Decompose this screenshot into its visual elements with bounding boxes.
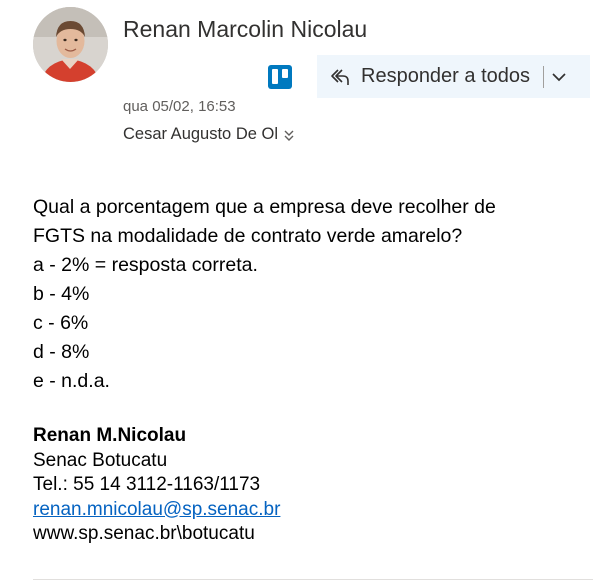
body-line: e - n.d.a. xyxy=(33,370,110,392)
message-date: qua 05/02, 16:53 xyxy=(123,98,236,115)
chevron-down-icon xyxy=(552,72,566,81)
message-body: Qual a porcentagem que a empresa deve re… xyxy=(33,193,593,396)
signature-email-link[interactable]: renan.mnicolau@sp.senac.br xyxy=(33,499,280,520)
recipient-line[interactable]: Cesar Augusto De Ol xyxy=(123,125,295,144)
double-chevron-down-icon[interactable] xyxy=(283,128,295,142)
body-line: a - 2% = resposta correta. xyxy=(33,254,258,276)
person-photo xyxy=(33,7,108,82)
sender-name[interactable]: Renan Marcolin Nicolau xyxy=(123,16,367,43)
reply-all-label: Responder a todos xyxy=(361,65,531,87)
signature-org: Senac Botucatu xyxy=(33,449,168,471)
trello-column-left xyxy=(272,69,278,84)
trello-column-right xyxy=(282,69,288,78)
body-line: d - 8% xyxy=(33,341,90,363)
body-line: Qual a porcentagem que a empresa deve re… xyxy=(33,196,496,218)
reply-divider xyxy=(543,65,545,88)
body-line: FGTS na modalidade de contrato verde ama… xyxy=(33,225,463,247)
reply-all-button[interactable]: Responder a todos xyxy=(317,55,590,98)
reply-more-button[interactable] xyxy=(551,69,567,85)
sender-avatar[interactable] xyxy=(33,7,108,82)
signature: Renan M.Nicolau Senac Botucatu Tel.: 55 … xyxy=(33,424,280,547)
signature-phone: Tel.: 55 14 3112-1163/1173 xyxy=(33,474,261,495)
signature-website: www.sp.senac.br\botucatu xyxy=(33,523,255,544)
body-line: c - 6% xyxy=(33,312,89,334)
footer-divider xyxy=(33,579,593,580)
signature-name: Renan M.Nicolau xyxy=(33,425,187,446)
body-line: b - 4% xyxy=(33,283,90,305)
reply-all-icon xyxy=(331,68,349,85)
recipient-name: Cesar Augusto De Ol xyxy=(123,125,278,143)
trello-icon[interactable] xyxy=(268,65,292,89)
